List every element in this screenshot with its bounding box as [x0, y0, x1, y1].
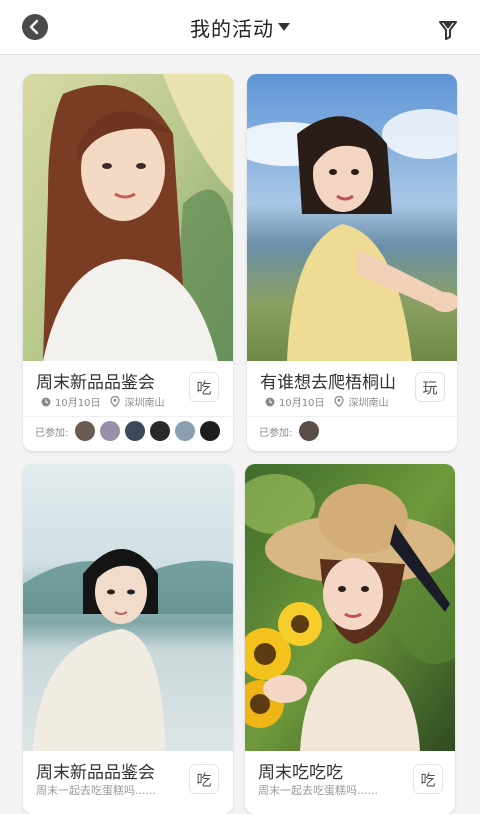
category-badge: 玩 [415, 372, 445, 402]
participants-row[interactable]: 已参加: [35, 421, 221, 441]
avatar[interactable] [299, 421, 320, 441]
clock-icon [265, 397, 275, 406]
clock-icon [41, 397, 51, 406]
page-title-dropdown[interactable]: 我的活动 [0, 0, 480, 54]
activity-meta: 10月10日 深圳南山 [41, 394, 164, 409]
avatar[interactable] [125, 421, 146, 441]
avatar[interactable] [100, 421, 121, 441]
activity-location: 深圳南山 [348, 398, 389, 409]
activity-card[interactable]: 周末新品品鉴会 周末一起去吃蛋糕吗...... 吃 [23, 464, 233, 814]
avatar[interactable] [75, 421, 96, 441]
activity-description: 周末一起去吃蛋糕吗...... [36, 784, 156, 797]
category-badge: 吃 [189, 372, 219, 402]
activity-photo [23, 74, 233, 361]
filter-icon[interactable] [438, 17, 458, 41]
activity-card[interactable]: 周末新品品鉴会 10月10日 深圳南山 吃 已参加: [23, 74, 233, 451]
activity-title: 周末新品品鉴会 [36, 373, 155, 393]
activity-date: 10月10日 [279, 398, 325, 409]
participants-row[interactable]: 已参加: [259, 421, 320, 441]
activity-photo [23, 464, 233, 751]
top-bar: 我的活动 [0, 0, 480, 55]
page-title: 我的活动 [190, 16, 274, 41]
category-badge: 吃 [189, 764, 219, 794]
activity-photo [245, 464, 455, 751]
divider [23, 416, 233, 417]
divider [247, 416, 457, 417]
activity-title: 周末吃吃吃 [258, 763, 343, 783]
activity-card[interactable]: 有谁想去爬梧桐山 10月10日 深圳南山 玩 已参加: [247, 74, 457, 451]
activity-meta: 10月10日 深圳南山 [265, 394, 388, 409]
activity-location: 深圳南山 [124, 398, 165, 409]
avatar[interactable] [150, 421, 171, 441]
activity-date: 10月10日 [55, 398, 101, 409]
activity-description: 周末一起去吃蛋糕吗...... [258, 784, 378, 797]
category-badge: 吃 [413, 764, 443, 794]
participants-label: 已参加: [35, 427, 69, 439]
activity-title: 有谁想去爬梧桐山 [260, 373, 396, 393]
avatar[interactable] [175, 421, 196, 441]
location-pin-icon [334, 396, 345, 407]
activity-card[interactable]: 周末吃吃吃 周末一起去吃蛋糕吗...... 吃 [245, 464, 455, 814]
activity-photo [247, 74, 457, 361]
participants-label: 已参加: [259, 427, 293, 439]
avatar[interactable] [200, 421, 221, 441]
activity-title: 周末新品品鉴会 [36, 763, 155, 783]
location-pin-icon [110, 396, 121, 407]
caret-down-icon [278, 23, 290, 31]
